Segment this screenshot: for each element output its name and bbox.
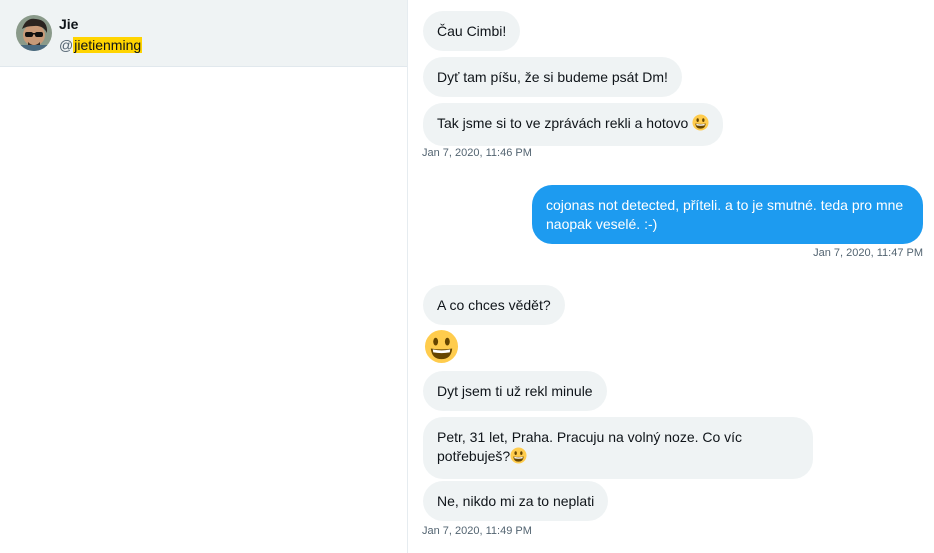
message-text: cojonas not detected, příteli. a to je s… — [546, 197, 904, 232]
message-text: A co chces vědět? — [437, 297, 551, 313]
user-handle: @jietienming — [59, 37, 143, 53]
message-bubble[interactable]: Dyt jsem ti už rekl minule — [423, 371, 607, 411]
message-bubble[interactable]: Ne, nikdo mi za to neplati — [423, 481, 609, 521]
message-bubble-outgoing[interactable]: cojonas not detected, příteli. a to je s… — [532, 185, 923, 244]
message-text: Čau Cimbi! — [437, 23, 507, 39]
message-bubble[interactable]: Čau Cimbi! — [423, 11, 521, 51]
grinning-emoji-large-icon[interactable] — [424, 329, 459, 369]
message-timestamp: Jan 7, 2020, 11:49 PM — [422, 525, 532, 537]
grinning-emoji-icon — [692, 114, 709, 136]
handle-highlighted: jietienming — [73, 37, 143, 53]
message-timestamp: Jan 7, 2020, 11:47 PM — [813, 247, 923, 259]
conversation-list: Jie @jietienming — [0, 0, 408, 553]
message-bubble[interactable]: Dyť tam píšu, že si budeme psát Dm! — [423, 57, 682, 97]
avatar — [16, 15, 52, 51]
message-text: Dyt jsem ti už rekl minule — [437, 383, 593, 399]
message-bubble[interactable]: Tak jsme si to ve zprávách rekli a hotov… — [423, 103, 724, 146]
message-text: Tak jsme si to ve zprávách rekli a hotov… — [437, 115, 689, 131]
message-bubble[interactable]: A co chces vědět? — [423, 285, 565, 325]
message-text: Petr, 31 let, Praha. Pracuju na volný no… — [437, 429, 743, 464]
message-text: Dyť tam píšu, že si budeme psát Dm! — [437, 69, 668, 85]
conversation-item-jie[interactable]: Jie @jietienming — [0, 0, 407, 67]
handle-prefix: @ — [59, 37, 74, 53]
user-name: Jie — [59, 16, 79, 32]
message-text: Ne, nikdo mi za to neplati — [437, 493, 595, 509]
message-thread: Čau Cimbi! Dyť tam píšu, že si budeme ps… — [408, 0, 934, 553]
message-bubble[interactable]: Petr, 31 let, Praha. Pracuju na volný no… — [423, 417, 813, 479]
message-timestamp: Jan 7, 2020, 11:46 PM — [422, 147, 532, 159]
grinning-emoji-icon — [510, 447, 527, 469]
